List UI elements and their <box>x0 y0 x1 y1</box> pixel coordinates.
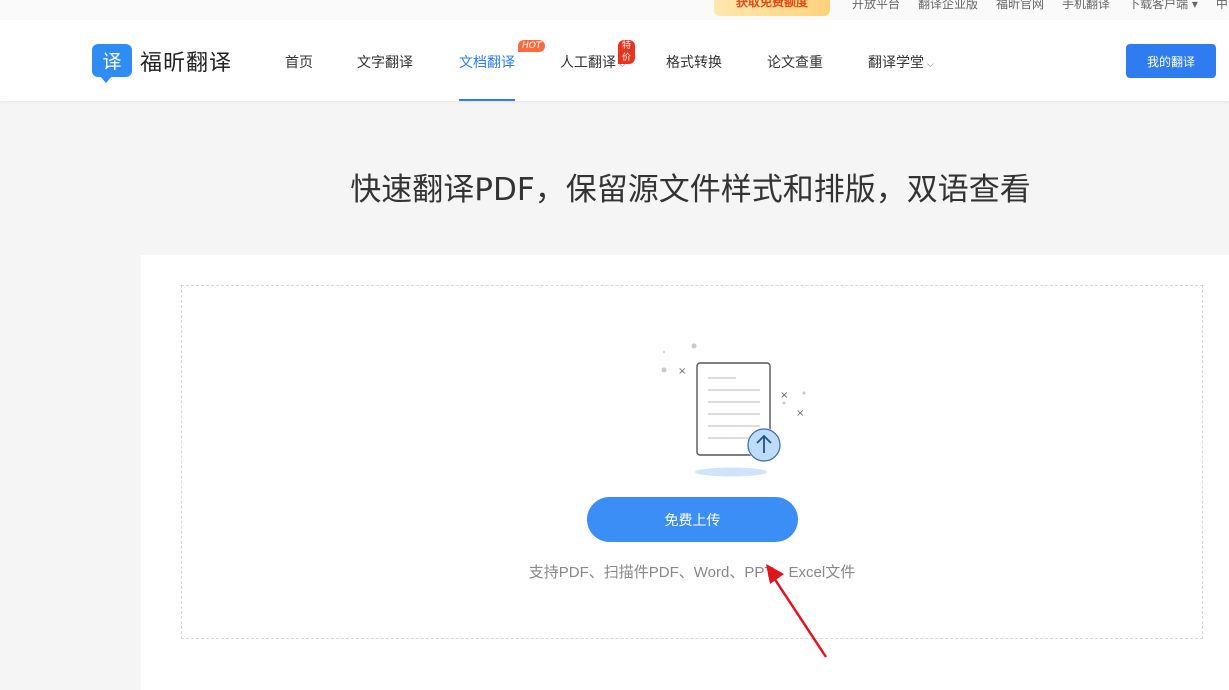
free-upload-button[interactable]: 免费上传 <box>587 497 798 542</box>
hot-badge: HOT <box>518 40 546 52</box>
upload-card: × × × 免费上传 支持PDF、扫描件PDF、Word、PPT、Excel文件 <box>141 255 1229 690</box>
nav-home[interactable]: 首页 <box>285 52 313 72</box>
upload-arrow-icon <box>747 428 781 462</box>
page-title: 快速翻译PDF，保留源文件样式和排版，双语查看 <box>350 172 1031 208</box>
nav-label: 格式转换 <box>666 55 722 71</box>
top-utility-bar: 获取免费额度 开放平台 翻译企业版 福昕官网 手机翻译 下载客户端 ▾ 中 <box>0 0 1229 20</box>
svg-text:×: × <box>796 408 804 419</box>
sale-badge: 特价 <box>618 40 636 64</box>
top-link-download-client[interactable]: 下载客户端 ▾ <box>1128 0 1198 12</box>
top-link-enterprise[interactable]: 翻译企业版 <box>918 0 978 12</box>
logo[interactable]: 译 福昕翻译 <box>92 44 233 83</box>
main-header: 译 福昕翻译 首页 文字翻译 文档翻译 HOT 人工翻译 ⌵ 特价 格式转换 论文… <box>0 20 1229 101</box>
svg-text:×: × <box>678 366 686 377</box>
free-quota-promo[interactable]: 获取免费额度 <box>714 0 830 16</box>
active-tab-underline <box>459 99 515 101</box>
my-translation-button[interactable]: 我的翻译 <box>1126 44 1216 78</box>
nav-human-translation[interactable]: 人工翻译 ⌵ <box>560 52 626 72</box>
nav-label: 翻译学堂 <box>868 55 924 71</box>
nav-text-translation[interactable]: 文字翻译 <box>357 52 413 72</box>
red-annotation-arrow <box>766 564 828 658</box>
nav-label: 文字翻译 <box>357 55 413 71</box>
logo-icon: 译 <box>92 44 132 83</box>
supported-formats-text: 支持PDF、扫描件PDF、Word、PPT、Excel文件 <box>528 564 856 581</box>
top-link-mobile[interactable]: 手机翻译 <box>1062 0 1110 12</box>
nav-translation-academy[interactable]: 翻译学堂 ⌵ <box>868 52 934 72</box>
top-link-language[interactable]: 中 <box>1216 0 1228 12</box>
top-link-official-site[interactable]: 福昕官网 <box>996 0 1044 12</box>
logo-text: 福昕翻译 <box>140 50 233 76</box>
nav-format-conversion[interactable]: 格式转换 <box>666 52 722 72</box>
top-links: 开放平台 翻译企业版 福昕官网 手机翻译 下载客户端 ▾ 中 <box>852 0 1229 12</box>
caret-down-icon: ⌵ <box>927 60 934 70</box>
nav-label: 首页 <box>285 55 313 71</box>
upload-dropzone[interactable]: × × × 免费上传 支持PDF、扫描件PDF、Word、PPT、Excel文件 <box>181 285 1203 639</box>
svg-text:×: × <box>780 390 788 401</box>
logo-glyph: 译 <box>102 51 122 73</box>
nav-document-translation[interactable]: 文档翻译 <box>459 52 515 72</box>
nav-label: 人工翻译 <box>560 55 616 71</box>
document-upload-icon: × × × <box>661 343 806 477</box>
top-link-open-platform[interactable]: 开放平台 <box>852 0 900 12</box>
nav-label: 论文查重 <box>767 55 823 71</box>
nav-plagiarism-check[interactable]: 论文查重 <box>767 52 823 72</box>
nav-label: 文档翻译 <box>459 55 515 71</box>
